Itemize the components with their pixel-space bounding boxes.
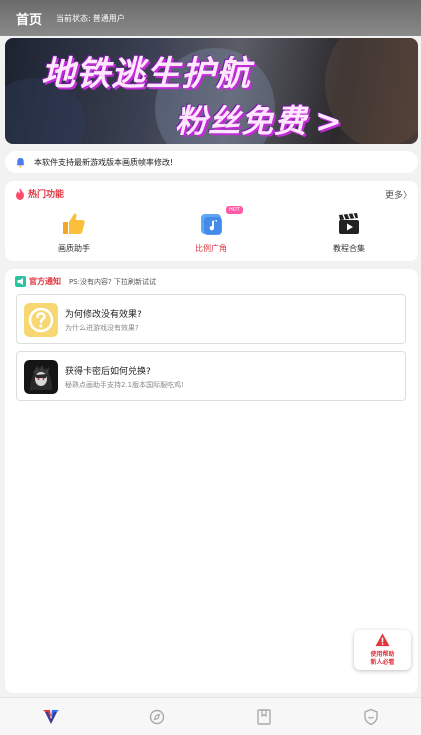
hot-badge: HOT [226,206,243,214]
thumbs-up-icon [63,213,85,234]
flame-icon [16,187,24,200]
bookmark-icon[interactable] [254,708,274,726]
video-clapper-icon [339,213,359,234]
status-label: 当前状态: [56,13,91,23]
megaphone-icon [15,276,26,287]
official-notice-hint: PS:没有内容? 下拉刷新试试 [69,277,156,286]
anime-avatar-icon [24,360,58,394]
official-notice-card: 官方通知 PS:没有内容? 下拉刷新试试 为何修改没有效果? 为什么进游戏没有效… [5,269,418,693]
notice-item-desc: 秘熟点画助手支持2.1版本国际服吃鸡! [65,381,184,389]
status-value: 普通用户 [92,13,125,23]
notice-item-title: 为何修改没有效果? [65,310,142,320]
notice-item[interactable]: 获得卡密后如何兑换? 秘熟点画助手支持2.1版本国际服吃鸡! [16,351,406,401]
feature-tutorials[interactable]: 教程合集 [294,209,404,257]
notice-item-title: 获得卡密后如何兑换? [65,367,151,377]
official-notice-title: 官方通知 [29,277,61,286]
banner-arrow: > [315,102,343,140]
announcement-bar[interactable]: 本软件支持最新游戏版本画质帧率修改! [5,151,418,173]
header: 首页 当前状态: 普通用户 [0,0,421,36]
feature-quality-helper[interactable]: 画质助手 [19,209,129,257]
help-button[interactable]: 使用帮助 新人必看 [354,630,411,670]
compass-icon[interactable] [147,708,167,726]
notice-item-desc: 为什么进游戏没有效果? [65,324,139,332]
feature-label: 教程合集 [333,244,365,253]
user-status: 当前状态: 普通用户 [56,13,125,24]
banner-headline: 地铁逃生护航 [41,54,251,94]
notice-item[interactable]: 为何修改没有效果? 为什么进游戏没有效果? [16,294,406,344]
promo-banner[interactable]: 地铁逃生护航 粉丝免费 > [5,38,418,144]
banner-subline: 粉丝免费 > [175,96,343,142]
feature-label: 比例广角 [195,244,227,253]
feature-label: 画质助手 [58,244,90,253]
hot-features-title: 热门功能 [28,190,65,200]
announcement-text: 本软件支持最新游戏版本画质帧率修改! [34,157,174,167]
bottom-tab-bar [0,697,421,735]
banner-subline-text: 粉丝免费 [175,102,308,140]
help-label-2: 新人必看 [370,659,395,666]
official-notice-header: 官方通知 PS:没有内容? 下拉刷新试试 [15,276,156,287]
question-icon [24,303,58,337]
feature-aspect-ratio[interactable]: HOT 比例广角 [156,206,266,257]
page-title: 首页 [16,12,43,28]
music-note-icon [201,214,222,235]
warning-icon [375,633,390,647]
hot-features-header: 热门功能 [15,187,64,200]
shield-icon[interactable] [361,708,381,726]
feature-grid: 画质助手 HOT 比例广角 教程合集 [5,206,418,257]
more-link[interactable]: 更多〉 [385,188,412,201]
hot-features-card: 热门功能 更多〉 画质助手 HOT 比例广角 教程合集 [5,181,418,261]
bell-icon [16,157,25,168]
logo-icon[interactable] [41,708,61,726]
